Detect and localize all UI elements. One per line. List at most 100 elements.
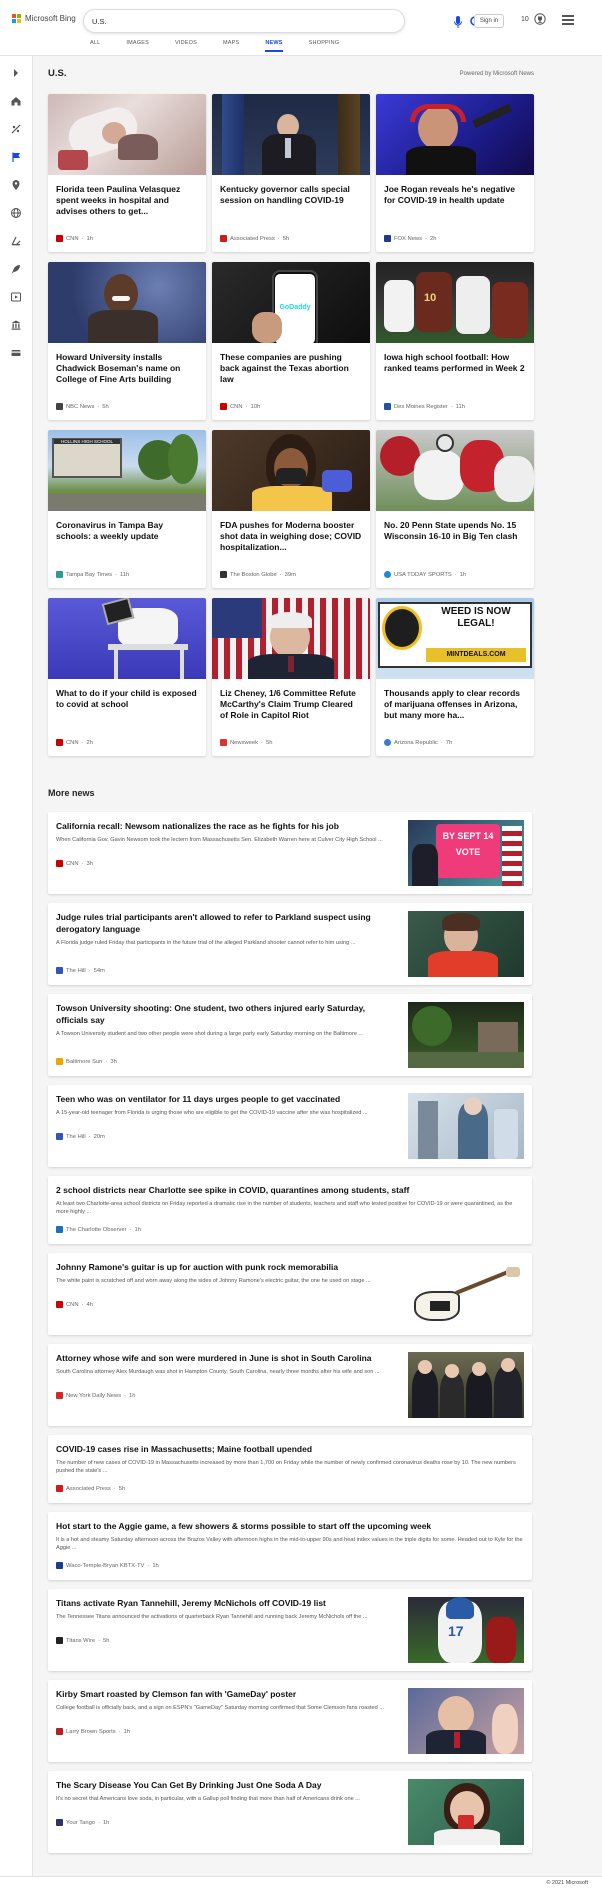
news-list-item[interactable]: Attorney whose wife and son were murdere… (48, 1344, 532, 1426)
news-card[interactable]: No. 20 Penn State upends No. 15 Wisconsi… (376, 430, 534, 588)
news-image-actor (48, 262, 206, 343)
news-source: CNN (66, 860, 79, 867)
news-title[interactable]: Hot start to the Aggie game, a few showe… (56, 1520, 526, 1532)
card-title[interactable]: Liz Cheney, 1/6 Committee Refute McCarth… (220, 688, 362, 721)
news-title[interactable]: Judge rules trial participants aren't al… (56, 911, 396, 935)
news-list-item[interactable]: Johnny Ramone's guitar is up for auction… (48, 1253, 532, 1335)
card-age: 10h (250, 403, 261, 410)
news-title[interactable]: California recall: Newsom nationalizes t… (56, 820, 386, 832)
news-title[interactable]: Kirby Smart roasted by Clemson fan with … (56, 1688, 396, 1700)
news-list-item[interactable]: COVID-19 cases rise in Massachusetts; Ma… (48, 1435, 532, 1503)
news-list-item[interactable]: The Scary Disease You Can Get By Drinkin… (48, 1771, 532, 1853)
news-list-item[interactable]: 2 school districts near Charlotte see sp… (48, 1176, 532, 1244)
card-title[interactable]: Iowa high school football: How ranked te… (384, 352, 526, 374)
news-meta: Your Tango · 1h (56, 1819, 109, 1826)
news-list-item[interactable]: Kirby Smart roasted by Clemson fan with … (48, 1680, 532, 1762)
card-icon[interactable] (10, 347, 22, 359)
source-logo-icon (56, 1485, 63, 1492)
hamburger-menu-icon[interactable] (562, 15, 574, 25)
news-card[interactable]: GoDaddy These companies are pushing back… (212, 262, 370, 420)
news-snippet: The number of new cases of COVID-19 in M… (56, 1460, 516, 1474)
news-title[interactable]: Towson University shooting: One student,… (56, 1002, 396, 1026)
card-title[interactable]: Howard University installs Chadwick Bose… (56, 352, 198, 385)
tab-maps[interactable]: MAPS (223, 40, 239, 52)
card-title[interactable]: These companies are pushing back against… (220, 352, 362, 385)
news-list-item[interactable]: Teen who was on ventilator for 11 days u… (48, 1085, 532, 1167)
news-list-item[interactable]: California recall: Newsom nationalizes t… (48, 812, 532, 894)
powered-by-label[interactable]: Powered by Microsoft News (460, 71, 534, 77)
news-title[interactable]: Teen who was on ventilator for 11 days u… (56, 1093, 396, 1105)
news-card[interactable]: Joe Rogan reveals he's negative for COVI… (376, 94, 534, 252)
home-icon[interactable] (10, 95, 22, 107)
search-box[interactable] (83, 9, 483, 33)
news-card[interactable]: Liz Cheney, 1/6 Committee Refute McCarth… (212, 598, 370, 756)
location-icon[interactable] (10, 179, 22, 191)
news-age: 1h (102, 1819, 110, 1826)
news-list-item[interactable]: Hot start to the Aggie game, a few showe… (48, 1512, 532, 1580)
news-card[interactable]: What to do if your child is exposed to c… (48, 598, 206, 756)
school-sign-text: HOLLINS HIGH SCHOOL (54, 439, 120, 444)
sports-icon[interactable] (10, 123, 22, 135)
card-age: 11h (455, 403, 465, 410)
source-logo-icon (220, 235, 227, 242)
news-title[interactable]: Attorney whose wife and son were murdere… (56, 1352, 396, 1364)
news-title[interactable]: Johnny Ramone's guitar is up for auction… (56, 1261, 396, 1273)
news-card[interactable]: Howard University installs Chadwick Bose… (48, 262, 206, 420)
expand-arrow-icon[interactable] (10, 67, 22, 79)
card-source: USA TODAY SPORTS (394, 571, 452, 578)
card-meta: Arizona Republic · 7h (384, 739, 452, 746)
news-list-item[interactable]: Titans activate Ryan Tannehill, Jeremy M… (48, 1589, 532, 1671)
news-title[interactable]: COVID-19 cases rise in Massachusetts; Ma… (56, 1443, 526, 1455)
news-list-item[interactable]: Towson University shooting: One student,… (48, 994, 532, 1076)
news-card[interactable]: Florida teen Paulina Velasquez spent wee… (48, 94, 206, 252)
card-meta: CNN · 10h (220, 403, 260, 410)
card-age: 2h (429, 235, 437, 242)
science-icon[interactable] (10, 235, 22, 247)
card-title[interactable]: What to do if your child is exposed to c… (56, 688, 198, 710)
news-image-billboard: WEED IS NOW LEGAL! MINTDEALS.COM (376, 598, 534, 679)
news-image-child-tablet (48, 598, 206, 679)
news-image-hospital (48, 94, 206, 175)
news-card[interactable]: Kentucky governor calls special session … (212, 94, 370, 252)
news-source: Larry Brown Sports (66, 1728, 116, 1735)
card-meta: Des Moines Register · 11h (384, 403, 465, 410)
news-card[interactable]: 10 Iowa high school football: How ranked… (376, 262, 534, 420)
source-logo-icon (56, 967, 63, 974)
rewards-trophy-icon[interactable] (534, 12, 546, 26)
search-input[interactable] (92, 14, 352, 29)
news-meta: Baltimore Sun · 3h (56, 1058, 117, 1065)
source-logo-icon (220, 739, 227, 746)
tab-videos[interactable]: VIDEOS (175, 40, 197, 52)
news-card[interactable]: HOLLINS HIGH SCHOOL Coronavirus in Tampa… (48, 430, 206, 588)
card-title[interactable]: Coronavirus in Tampa Bay schools: a week… (56, 520, 198, 542)
tab-images[interactable]: IMAGES (126, 40, 149, 52)
source-logo-icon (56, 1562, 63, 1569)
news-title[interactable]: 2 school districts near Charlotte see sp… (56, 1184, 526, 1196)
card-title[interactable]: FDA pushes for Moderna booster shot data… (220, 520, 362, 553)
news-list-item[interactable]: Judge rules trial participants aren't al… (48, 903, 532, 985)
sign-in-button[interactable]: Sign in (474, 14, 504, 28)
card-title[interactable]: Florida teen Paulina Velasquez spent wee… (56, 184, 198, 217)
tab-shopping[interactable]: SHOPPING (309, 40, 340, 52)
business-icon[interactable] (10, 319, 22, 331)
news-title[interactable]: The Scary Disease You Can Get By Drinkin… (56, 1779, 396, 1791)
news-title[interactable]: Titans activate Ryan Tannehill, Jeremy M… (56, 1597, 396, 1609)
entertainment-icon[interactable] (10, 291, 22, 303)
news-card[interactable]: WEED IS NOW LEGAL! MINTDEALS.COM Thousan… (376, 598, 534, 756)
card-title[interactable]: Joe Rogan reveals he's negative for COVI… (384, 184, 526, 206)
card-meta: CNN · 2h (56, 739, 93, 746)
card-title[interactable]: Kentucky governor calls special session … (220, 184, 362, 206)
microphone-icon[interactable] (452, 15, 464, 29)
flag-icon[interactable] (10, 151, 22, 163)
news-source: CNN (66, 1301, 79, 1308)
tab-news[interactable]: NEWS (265, 40, 283, 52)
news-card[interactable]: FDA pushes for Moderna booster shot data… (212, 430, 370, 588)
card-title[interactable]: Thousands apply to clear records of mari… (384, 688, 526, 721)
bing-logo[interactable]: Microsoft Bing (12, 14, 76, 23)
globe-icon[interactable] (10, 207, 22, 219)
tab-all[interactable]: ALL (90, 40, 100, 52)
card-title[interactable]: No. 20 Penn State upends No. 15 Wisconsi… (384, 520, 526, 542)
microsoft-logo-icon (12, 14, 21, 23)
rocket-icon[interactable] (10, 263, 22, 275)
news-snippet: At least two Charlotte-area school distr… (56, 1201, 513, 1215)
